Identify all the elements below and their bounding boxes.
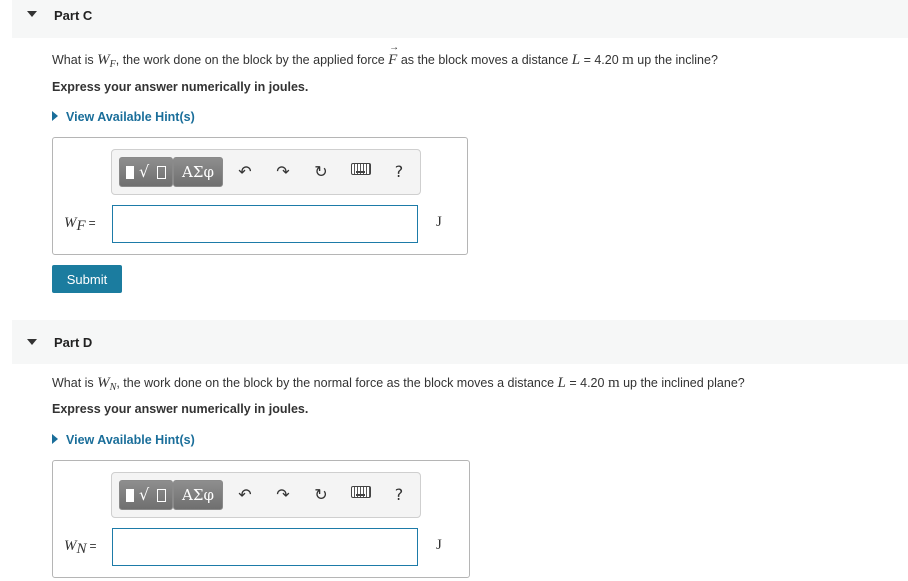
part-c-instruction: Express your answer numerically in joule… — [52, 80, 309, 94]
part-c-hint-link[interactable]: View Available Hint(s) — [52, 110, 195, 124]
expand-triangle-icon — [52, 434, 58, 444]
template-box-icon — [157, 489, 166, 502]
help-icon[interactable]: ? — [388, 484, 410, 506]
part-c-answer-box: √ ΑΣφ ↶ ↷ ↻ ? WF = J — [52, 137, 468, 255]
part-c-unit: J — [436, 214, 442, 230]
part-d-hint-link[interactable]: View Available Hint(s) — [52, 433, 195, 447]
template-square-icon — [126, 489, 134, 502]
part-c-question: What is WF, the work done on the block b… — [52, 42, 718, 70]
undo-icon[interactable]: ↶ — [234, 484, 256, 506]
collapse-caret-icon[interactable] — [27, 11, 37, 17]
part-d-input-label: WN = — [64, 538, 97, 557]
greek-symbols-button[interactable]: ΑΣφ — [173, 157, 223, 187]
keyboard-icon[interactable] — [351, 163, 371, 175]
part-d-unit: J — [436, 537, 442, 553]
templates-button[interactable]: √ — [119, 157, 173, 187]
submit-button[interactable]: Submit — [52, 265, 122, 293]
part-d-header[interactable]: Part D — [12, 320, 908, 364]
templates-button[interactable]: √ — [119, 480, 173, 510]
help-icon[interactable]: ? — [388, 161, 410, 183]
redo-icon[interactable]: ↷ — [272, 484, 294, 506]
template-box-icon — [157, 166, 166, 179]
part-d-answer-input[interactable] — [112, 528, 418, 566]
part-d-question: What is WN, the work done on the block b… — [52, 375, 745, 393]
reset-icon[interactable]: ↻ — [310, 484, 332, 506]
part-c-input-label: WF = — [64, 215, 96, 234]
part-d-answer-box: √ ΑΣφ ↶ ↷ ↻ ? WN = J — [52, 460, 470, 578]
part-c-title: Part C — [54, 8, 93, 23]
part-c-header[interactable]: Part C — [12, 0, 908, 38]
math-toolbar: √ ΑΣφ ↶ ↷ ↻ ? — [111, 149, 421, 195]
radical-icon: √ — [139, 485, 150, 504]
math-toolbar: √ ΑΣφ ↶ ↷ ↻ ? — [111, 472, 421, 518]
greek-symbols-button[interactable]: ΑΣφ — [173, 480, 223, 510]
part-d-instruction: Express your answer numerically in joule… — [52, 402, 309, 416]
reset-icon[interactable]: ↻ — [310, 161, 332, 183]
keyboard-icon[interactable] — [351, 486, 371, 498]
radical-icon: √ — [139, 162, 150, 181]
part-d-title: Part D — [54, 335, 93, 350]
template-square-icon — [126, 166, 134, 179]
collapse-caret-icon[interactable] — [27, 339, 37, 345]
part-c-answer-input[interactable] — [112, 205, 418, 243]
undo-icon[interactable]: ↶ — [234, 161, 256, 183]
redo-icon[interactable]: ↷ — [272, 161, 294, 183]
expand-triangle-icon — [52, 111, 58, 121]
part-c-hint-label: View Available Hint(s) — [66, 110, 195, 124]
part-d-hint-label: View Available Hint(s) — [66, 433, 195, 447]
